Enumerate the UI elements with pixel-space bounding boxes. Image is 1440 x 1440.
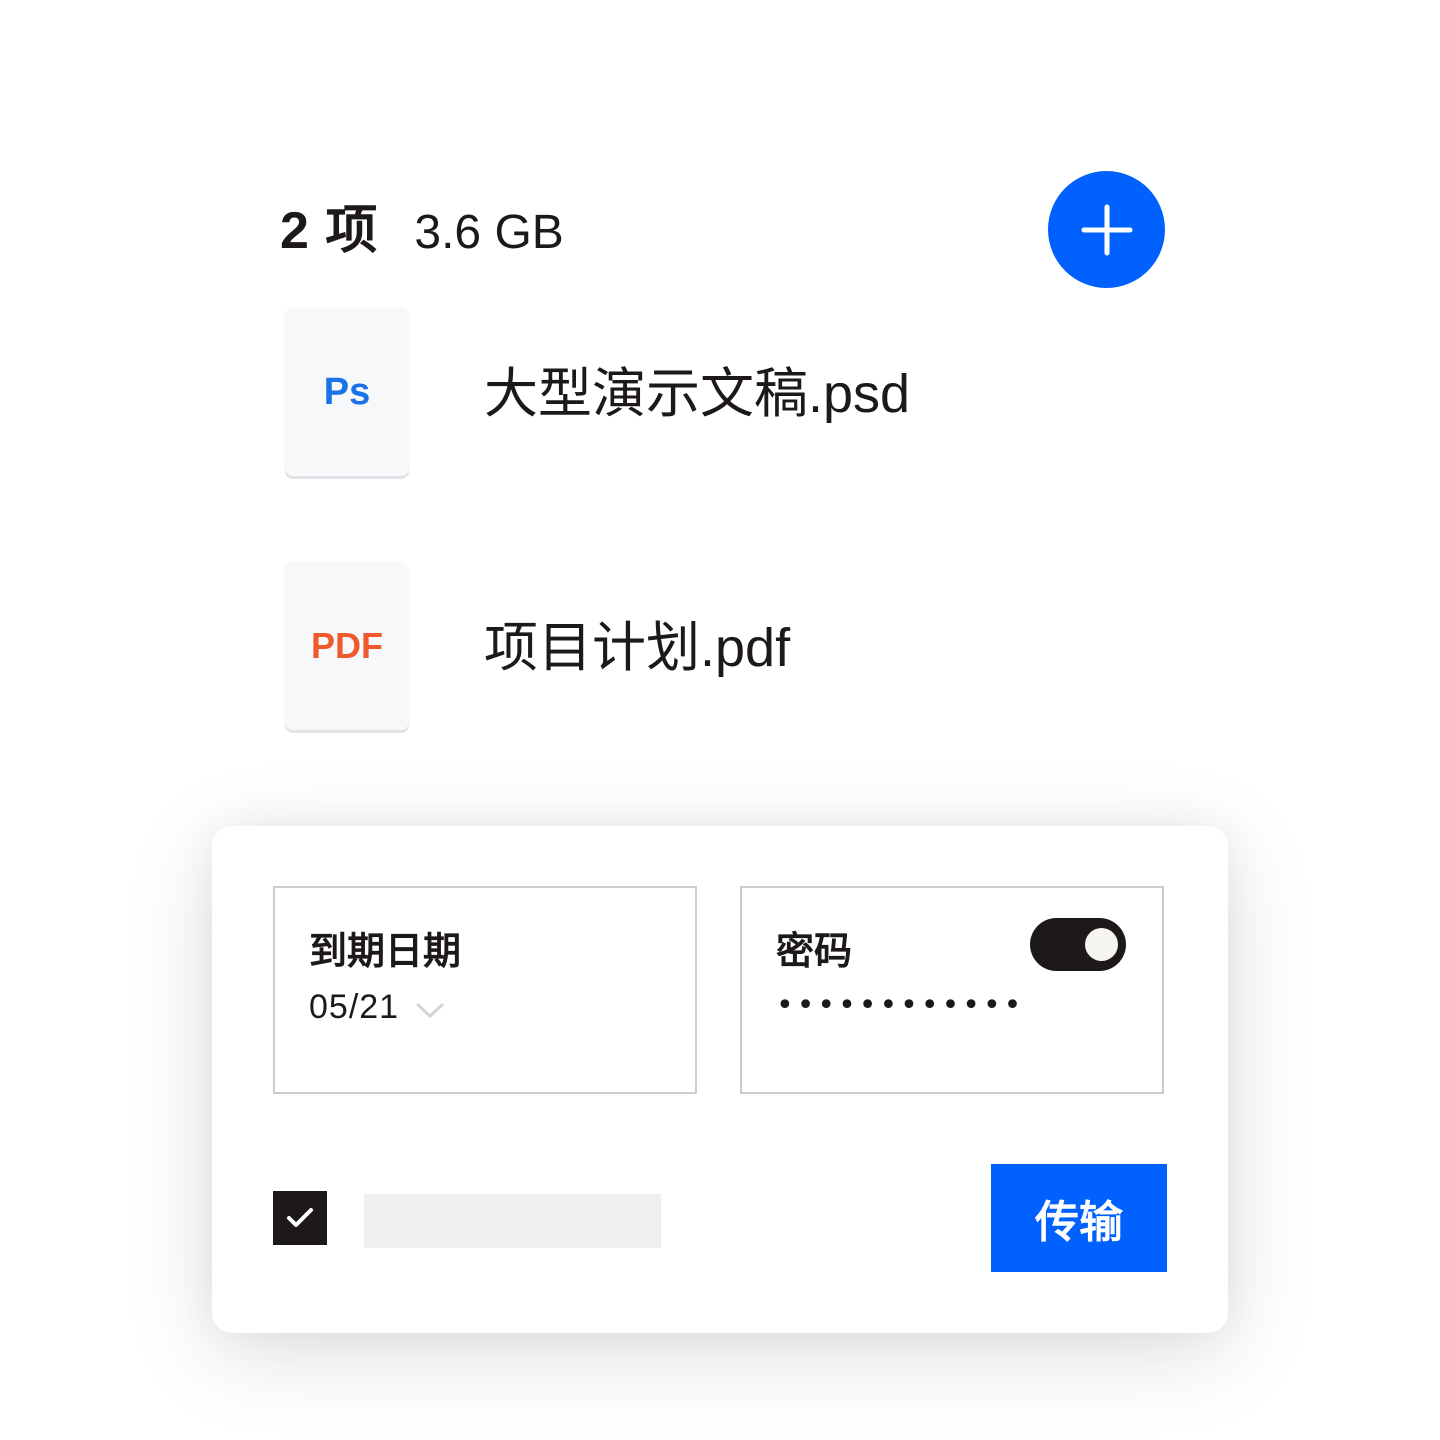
file-item-pdf[interactable]: PDF 项目计划.pdf	[285, 562, 790, 730]
checkmark-icon	[287, 1208, 313, 1227]
total-size: 3.6 GB	[414, 206, 564, 259]
item-count: 2 项	[280, 202, 379, 260]
option-checkbox[interactable]	[273, 1191, 327, 1245]
transfer-settings-card: 到期日期 05/21 密码 •••••••••••• 传输	[212, 826, 1228, 1333]
pdf-file-icon: PDF	[285, 562, 409, 730]
transfer-panel: 2 项 3.6 GB Ps 大型演示文稿.psd PDF 项目计划.pdf 到期…	[0, 0, 1440, 1440]
expiry-date-select[interactable]: 05/21	[309, 988, 445, 1027]
password-field[interactable]: 密码 ••••••••••••	[740, 886, 1164, 1094]
expiry-date-field[interactable]: 到期日期 05/21	[273, 886, 697, 1094]
file-thumb-label: Ps	[323, 370, 371, 413]
checkbox-label-placeholder	[364, 1194, 661, 1248]
toggle-knob	[1085, 928, 1118, 961]
transfer-button[interactable]: 传输	[991, 1164, 1167, 1272]
password-toggle[interactable]	[1030, 918, 1126, 971]
photoshop-file-icon: Ps	[285, 308, 409, 476]
file-item-psd[interactable]: Ps 大型演示文稿.psd	[285, 308, 910, 476]
transfer-summary: 2 项 3.6 GB	[280, 188, 564, 263]
plus-icon	[1081, 204, 1132, 255]
expiry-date-label: 到期日期	[309, 931, 462, 973]
add-files-button[interactable]	[1048, 171, 1165, 288]
password-value[interactable]: ••••••••••••	[776, 988, 1024, 1023]
file-name: 项目计划.pdf	[484, 617, 791, 678]
file-thumb-label: PDF	[311, 625, 383, 666]
password-label: 密码	[776, 931, 853, 973]
expiry-date-value: 05/21	[309, 988, 400, 1026]
chevron-down-icon	[416, 1003, 444, 1017]
file-name: 大型演示文稿.psd	[484, 363, 911, 424]
